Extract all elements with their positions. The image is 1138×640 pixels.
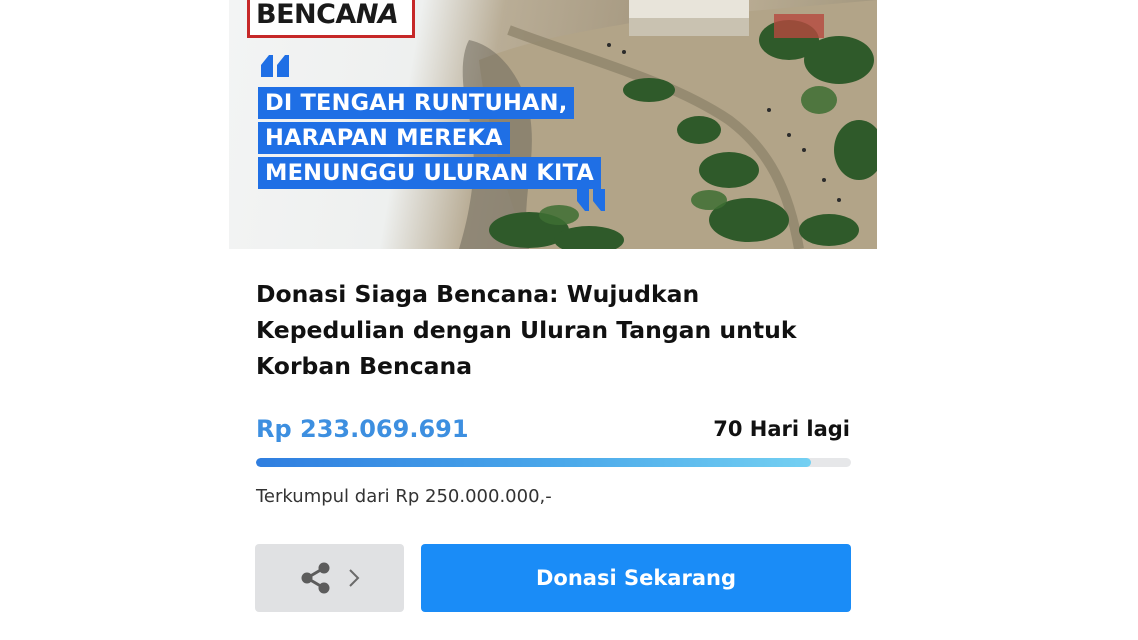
brand-text-part-1: BENCA (256, 0, 356, 30)
quote-line-1: DI TENGAH RUNTUHAN, (258, 87, 575, 119)
brand-badge: BENCANA (247, 0, 416, 38)
target-amount-text: Terkumpul dari Rp 250.000.000,- (256, 486, 552, 507)
amount-collected: Rp 233.069.691 (256, 415, 469, 443)
donation-progress-fill (256, 458, 811, 467)
quote-line-3: MENUNGGU ULURAN KITA (258, 157, 602, 189)
open-quote-icon (261, 55, 289, 77)
campaign-banner: BENCANA DI TENGAH RUNTUHAN, HARAPAN MERE… (229, 0, 877, 249)
quote-text-block: DI TENGAH RUNTUHAN, HARAPAN MEREKA MENUN… (258, 87, 602, 192)
quote-line-2: HARAPAN MEREKA (258, 122, 510, 154)
brand-text-part-2: NA (355, 0, 399, 30)
campaign-title: Donasi Siaga Bencana: Wujudkan Kepedulia… (256, 280, 797, 380)
donation-progress-bar (256, 458, 851, 467)
days-remaining: 70 Hari lagi (713, 417, 850, 441)
chevron-right-icon (348, 569, 359, 587)
donate-now-button[interactable]: Donasi Sekarang (421, 544, 851, 612)
share-icon (301, 562, 329, 594)
close-quote-icon (577, 189, 605, 211)
share-button[interactable] (255, 544, 404, 612)
